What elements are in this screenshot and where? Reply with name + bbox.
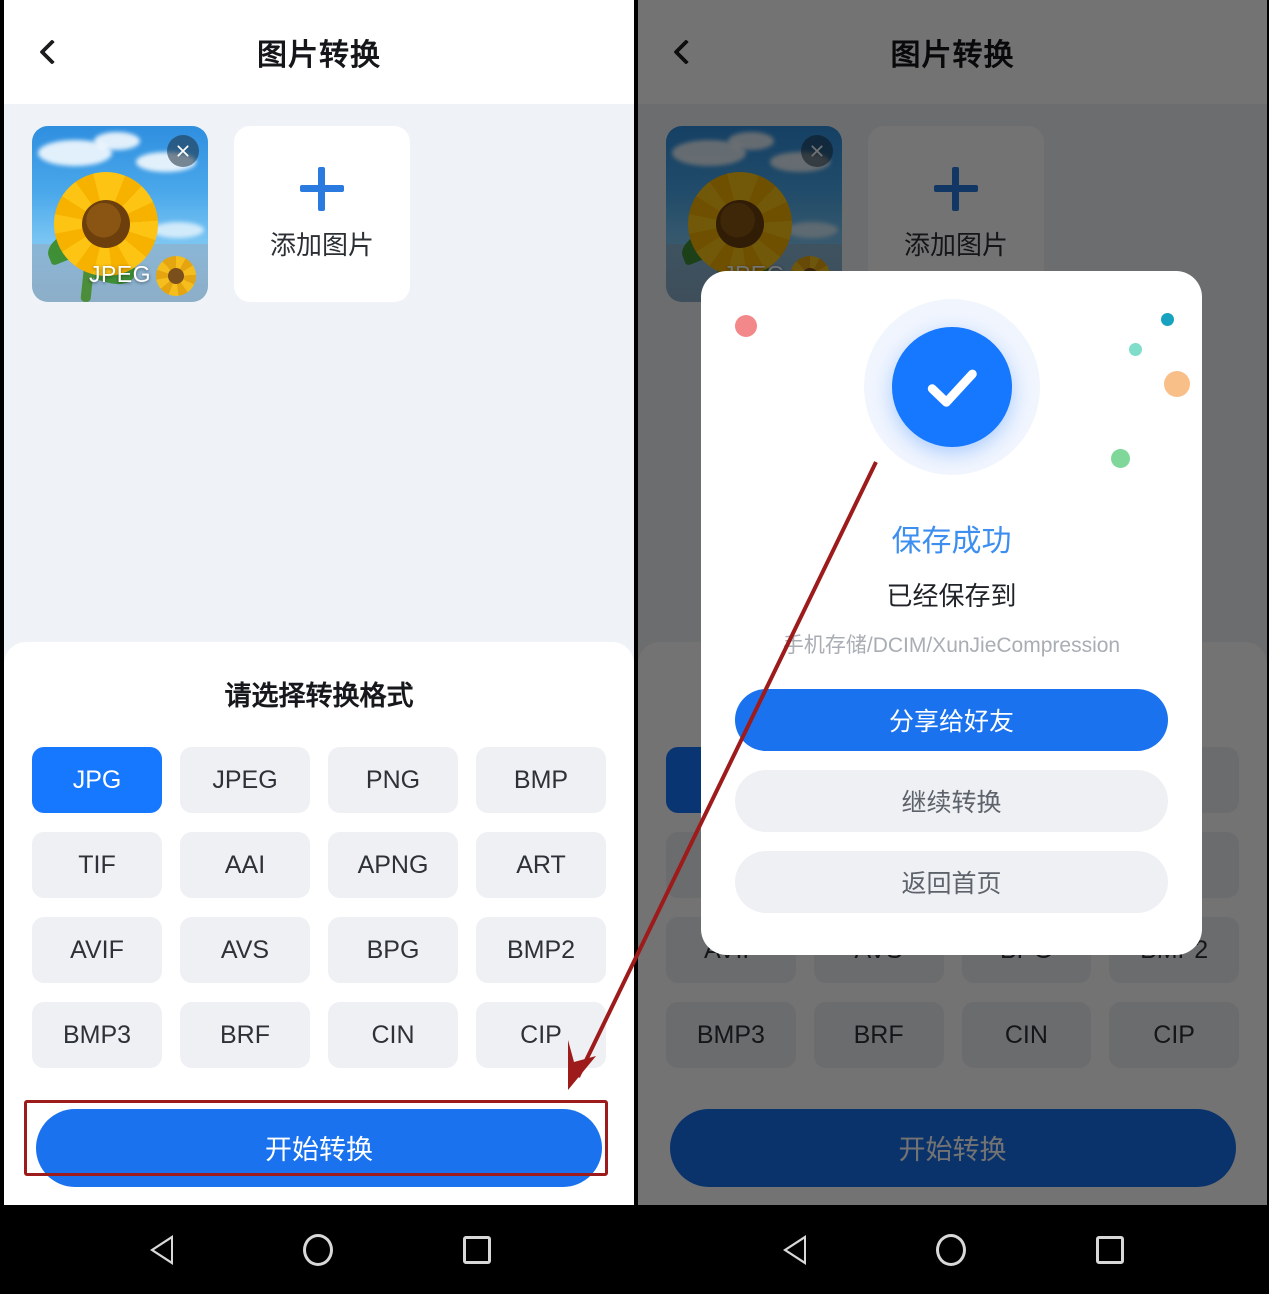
- square-recents-icon[interactable]: [1096, 1235, 1124, 1264]
- android-nav-bar-right: [638, 1205, 1267, 1294]
- format-panel-title: 请选择转换格式: [224, 681, 414, 711]
- back-home-button[interactable]: 返回首页: [735, 851, 1168, 913]
- format-chip-jpeg[interactable]: JPEG: [180, 747, 310, 813]
- check-badge: [891, 327, 1012, 447]
- square-recents-icon[interactable]: [462, 1235, 491, 1264]
- circle-home-icon[interactable]: [936, 1233, 966, 1266]
- thumbnail-format-label: JPEG: [88, 260, 152, 287]
- format-chip-jpg[interactable]: JPG: [32, 747, 162, 813]
- confetti-dot-mint: [1129, 343, 1142, 356]
- confetti-dot-teal: [1161, 313, 1174, 326]
- dialog-save-path: 手机存储/DCIM/XunJieCompression: [782, 634, 1121, 657]
- format-chip-avs[interactable]: AVS: [180, 917, 310, 983]
- format-chip-brf[interactable]: BRF: [180, 1002, 310, 1068]
- cloud-shape: [152, 222, 204, 238]
- dialog-title: 保存成功: [891, 525, 1012, 558]
- format-chip-cip[interactable]: CIP: [476, 1002, 606, 1068]
- app-screen-left: 图片转换 JPEG 添加图片 请选择转换格式 JPG JPEG PNG BMP …: [4, 0, 634, 1205]
- check-circle-icon: [701, 271, 1202, 506]
- plus-icon: [300, 166, 344, 211]
- circle-home-icon[interactable]: [302, 1233, 333, 1266]
- app-bar-left: 图片转换: [4, 0, 634, 104]
- thumbnail-list: JPEG 添加图片: [4, 104, 634, 302]
- add-image-label: 添加图片: [269, 229, 374, 260]
- dialog-actions: 分享给好友继续转换返回首页: [701, 689, 1202, 913]
- back-button[interactable]: [28, 28, 76, 76]
- format-chip-bmp3[interactable]: BMP3: [32, 1002, 162, 1068]
- page-title: 图片转换: [257, 39, 381, 72]
- triangle-back-icon[interactable]: [781, 1233, 806, 1267]
- format-chip-art[interactable]: ART: [476, 832, 606, 898]
- confetti-dot-green: [1111, 449, 1130, 468]
- cloud-shape: [94, 132, 140, 150]
- format-chip-bmp[interactable]: BMP: [476, 747, 606, 813]
- check-icon: [927, 369, 977, 407]
- phone-screen-left: 图片转换 JPEG 添加图片 请选择转换格式 JPG JPEG PNG BMP …: [4, 0, 634, 1294]
- continue-convert-button[interactable]: 继续转换: [735, 770, 1168, 832]
- close-icon: [177, 145, 189, 157]
- share-button[interactable]: 分享给好友: [735, 689, 1168, 751]
- format-chip-aai[interactable]: AAI: [180, 832, 310, 898]
- format-chip-avif[interactable]: AVIF: [32, 917, 162, 983]
- cta-bar: 开始转换: [4, 1090, 634, 1205]
- dialog-subtitle: 已经保存到: [886, 581, 1017, 611]
- add-image-button[interactable]: 添加图片: [234, 126, 410, 302]
- format-chip-apng[interactable]: APNG: [328, 832, 458, 898]
- format-grid: JPG JPEG PNG BMP TIF AAI APNG ART AVIF AVS BPG BMP2…: [32, 747, 606, 1068]
- app-screen-right: 图片转换 JPEG: [638, 0, 1267, 1205]
- start-convert-button[interactable]: 开始转换: [36, 1108, 602, 1187]
- format-chip-bmp2[interactable]: BMP2: [476, 917, 606, 983]
- chevron-left-icon: [39, 39, 65, 65]
- android-nav-bar-left: [4, 1205, 634, 1294]
- confetti-dot-pink: [735, 315, 757, 337]
- remove-image-button[interactable]: [167, 135, 199, 167]
- format-chip-cin[interactable]: CIN: [328, 1002, 458, 1068]
- screenshot-root: 图片转换 JPEG 添加图片 请选择转换格式 JPG JPEG PNG BMP …: [0, 0, 1269, 1294]
- format-chip-bpg[interactable]: BPG: [328, 917, 458, 983]
- phone-screen-right: 图片转换 JPEG: [638, 0, 1267, 1294]
- triangle-back-icon[interactable]: [148, 1233, 173, 1267]
- confetti-dot-orange: [1164, 371, 1190, 397]
- image-thumbnail[interactable]: JPEG: [32, 126, 208, 302]
- format-chip-tif[interactable]: TIF: [32, 832, 162, 898]
- format-chip-png[interactable]: PNG: [328, 747, 458, 813]
- save-success-dialog: 保存成功 已经保存到 手机存储/DCIM/XunJieCompression 分…: [701, 271, 1202, 955]
